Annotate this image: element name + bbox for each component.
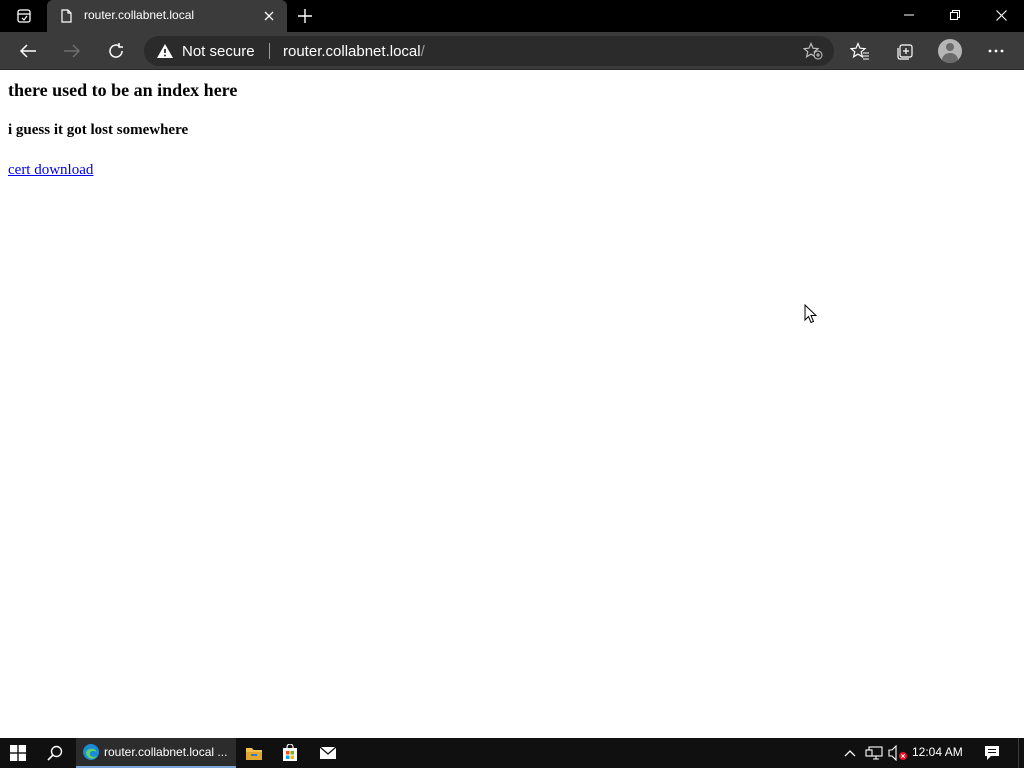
collections-button[interactable]: [890, 36, 920, 66]
restore-icon: [950, 10, 960, 20]
file-explorer-icon: [246, 748, 262, 760]
windows-start-icon: [10, 745, 26, 761]
taskbar-edge-window[interactable]: router.collabnet.local ...: [76, 738, 236, 768]
chevron-up-icon: [844, 750, 856, 757]
tab-actions-button[interactable]: [10, 6, 38, 26]
close-icon: [995, 9, 1007, 21]
plus-icon: [298, 9, 312, 23]
page-content: there used to be an index here i guess i…: [0, 71, 1024, 738]
refresh-button[interactable]: [101, 36, 131, 66]
arrow-left-icon: [19, 44, 36, 58]
url-path: /: [420, 43, 425, 60]
taskbar-edge-label: router.collabnet.local ...: [104, 745, 228, 759]
volume-button[interactable]: [887, 738, 909, 768]
taskbar-clock[interactable]: 12:04 AM: [912, 745, 963, 759]
browser-toolbar: Not secure router.collabnet.local/: [0, 32, 1024, 70]
action-center-button[interactable]: [978, 738, 1006, 768]
mail-button[interactable]: [313, 738, 343, 768]
store-button[interactable]: [276, 738, 304, 768]
close-window-button[interactable]: [978, 0, 1024, 30]
notification-icon: [985, 746, 999, 760]
show-hidden-icons-button[interactable]: [840, 738, 860, 768]
page-subheading: i guess it got lost somewhere: [8, 122, 189, 138]
arrow-right-icon: [64, 44, 81, 58]
new-tab-button[interactable]: [294, 6, 316, 26]
address-bar[interactable]: Not secure router.collabnet.local/: [144, 36, 834, 66]
settings-more-button[interactable]: [981, 36, 1011, 66]
tab-title: router.collabnet.local: [84, 8, 195, 22]
network-icon: [865, 746, 883, 760]
file-explorer-button[interactable]: [240, 738, 268, 768]
url-host: router.collabnet.local: [283, 43, 421, 60]
taskbar: router.collabnet.local ... 12:04 AM: [0, 738, 1024, 768]
favorites-button[interactable]: [845, 36, 875, 66]
address-separator: [269, 43, 270, 59]
back-button[interactable]: [13, 36, 43, 66]
start-button[interactable]: [0, 738, 36, 768]
network-button[interactable]: [864, 738, 884, 768]
browser-titlebar: router.collabnet.local: [0, 0, 1024, 32]
close-icon: [264, 11, 274, 21]
store-icon: [283, 744, 297, 761]
show-desktop-button[interactable]: [1018, 738, 1024, 768]
star-plus-icon: [803, 42, 823, 60]
search-button[interactable]: [38, 738, 72, 768]
forward-button[interactable]: [57, 36, 87, 66]
ellipsis-icon: [988, 49, 1004, 53]
volume-muted-icon: [888, 745, 907, 761]
restore-button[interactable]: [932, 0, 978, 30]
security-status[interactable]: Not secure: [182, 43, 255, 60]
close-tab-button[interactable]: [261, 8, 277, 24]
minimize-button[interactable]: [886, 0, 932, 30]
refresh-icon: [109, 43, 123, 58]
cert-download-link[interactable]: cert download: [8, 162, 93, 179]
favorites-icon: [850, 42, 869, 60]
search-icon: [47, 745, 63, 761]
edge-icon: [83, 744, 99, 760]
url-text[interactable]: router.collabnet.local/: [283, 43, 425, 60]
minimize-icon: [904, 14, 914, 16]
profile-button[interactable]: [935, 36, 965, 66]
page-heading: there used to be an index here: [8, 80, 238, 100]
tab-router-collabnet[interactable]: router.collabnet.local: [47, 0, 287, 32]
mail-icon: [319, 746, 337, 759]
collections-icon: [897, 44, 913, 60]
add-favorite-button[interactable]: [802, 41, 824, 61]
tab-actions-icon: [17, 9, 31, 23]
warning-icon: [157, 44, 173, 58]
profile-icon: [938, 39, 962, 63]
page-icon: [61, 9, 72, 23]
mouse-cursor-icon: [804, 304, 818, 324]
